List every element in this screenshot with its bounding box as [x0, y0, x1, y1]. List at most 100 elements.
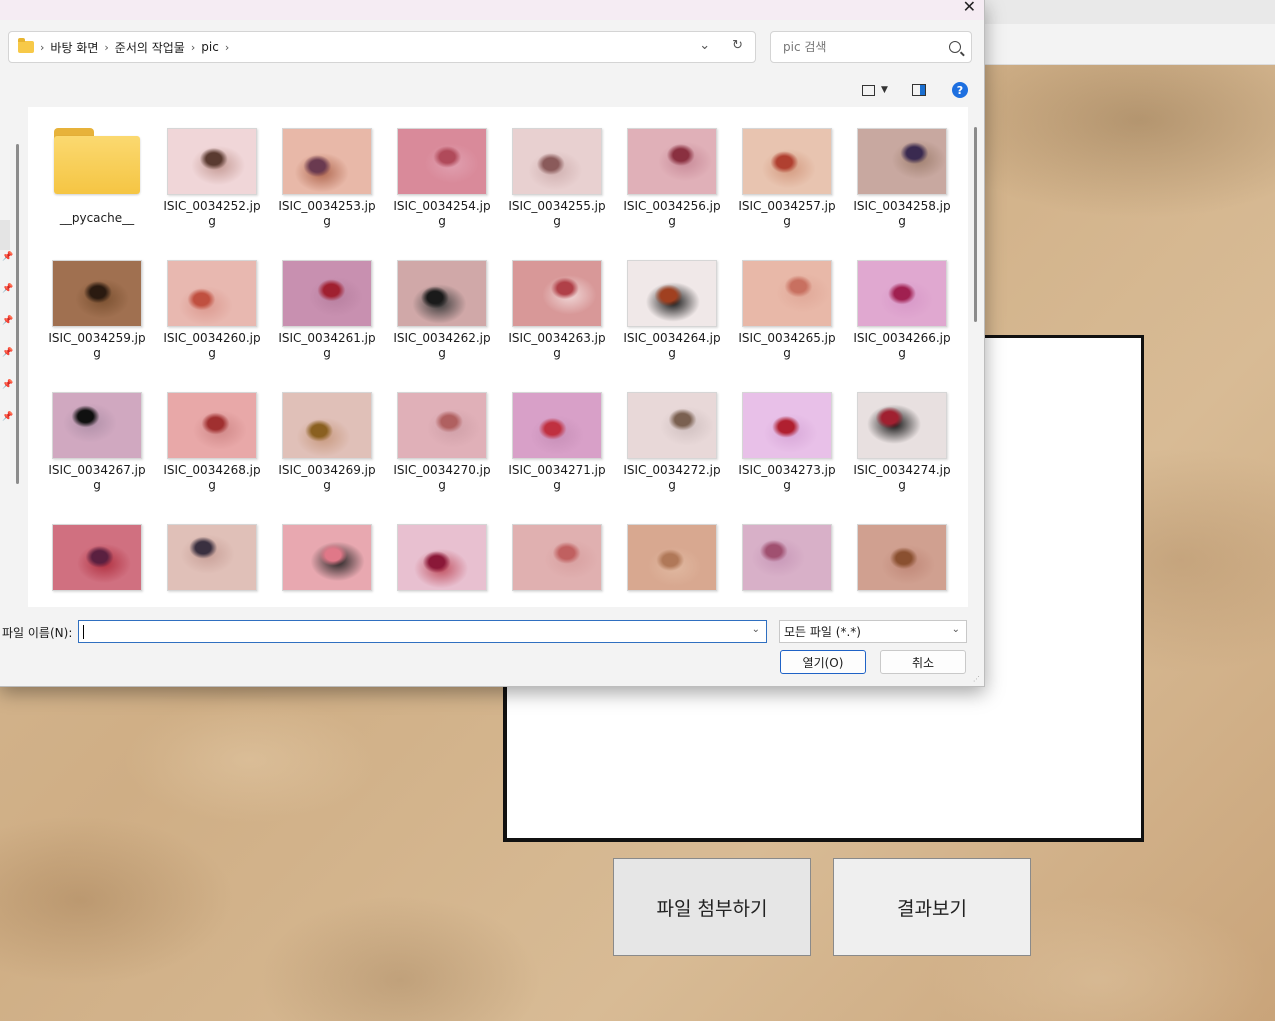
file-name-label: ISIC_0034264.jpg [623, 331, 721, 360]
file-name-label: ISIC_0034254.jpg [393, 199, 491, 228]
filename-label: 파일 이름(N): [2, 626, 73, 640]
view-result-button[interactable]: 결과보기 [833, 858, 1031, 956]
help-icon[interactable]: ? [951, 82, 968, 98]
file-item[interactable] [504, 524, 610, 591]
file-name-label: ISIC_0034266.jpg [853, 331, 951, 360]
file-name-label: ISIC_0034255.jpg [508, 199, 606, 228]
file-item[interactable]: ISIC_0034261.jpg [274, 260, 380, 361]
content-scrollbar[interactable] [969, 107, 981, 607]
chevron-down-icon[interactable]: ⌄ [699, 38, 710, 53]
file-item[interactable]: ISIC_0034258.jpg [849, 128, 955, 229]
search-box[interactable] [770, 31, 972, 63]
image-thumbnail [397, 260, 487, 327]
breadcrumb-work[interactable]: 준서의 작업물 [115, 39, 185, 56]
file-name-label: ISIC_0034272.jpg [623, 463, 721, 492]
chevron-down-icon[interactable]: ▼ [881, 85, 888, 95]
image-thumbnail [397, 524, 487, 591]
image-thumbnail [512, 524, 602, 591]
file-item[interactable]: ISIC_0034262.jpg [389, 260, 495, 361]
image-thumbnail [282, 524, 372, 591]
file-name-label: ISIC_0034273.jpg [738, 463, 836, 492]
pin-icon: 📌 [2, 284, 14, 294]
view-mode-icon[interactable] [862, 84, 875, 96]
file-name-label: ISIC_0034267.jpg [48, 463, 146, 492]
file-item[interactable] [159, 524, 265, 591]
file-grid: __pycache__ ISIC_0034252.jpg ISIC_0034253.… [28, 107, 968, 607]
file-item[interactable]: ISIC_0034265.jpg [734, 260, 840, 361]
address-bar[interactable]: › 바탕 화면 › 준서의 작업물 › pic › ⌄ ↻ [8, 31, 756, 63]
close-icon[interactable]: ✕ [963, 0, 976, 16]
pin-icon: 📌 [2, 252, 14, 262]
scrollbar-thumb[interactable] [974, 127, 977, 322]
file-name-label: ISIC_0034268.jpg [163, 463, 261, 492]
file-name-label: ISIC_0034252.jpg [163, 199, 261, 228]
file-item[interactable]: ISIC_0034270.jpg [389, 392, 495, 493]
file-item[interactable]: ISIC_0034260.jpg [159, 260, 265, 361]
filename-field[interactable]: ⌄ [78, 620, 767, 643]
file-item[interactable]: ISIC_0034264.jpg [619, 260, 725, 361]
image-thumbnail [167, 524, 257, 591]
file-item[interactable]: ISIC_0034257.jpg [734, 128, 840, 229]
file-item[interactable]: ISIC_0034266.jpg [849, 260, 955, 361]
file-name-label: ISIC_0034253.jpg [278, 199, 376, 228]
file-item[interactable]: ISIC_0034267.jpg [44, 392, 150, 493]
pin-icon: 📌 [2, 316, 14, 326]
nav-selected-item[interactable] [0, 220, 10, 250]
file-item[interactable]: ISIC_0034255.jpg [504, 128, 610, 229]
file-item[interactable] [389, 524, 495, 591]
file-item[interactable]: ISIC_0034263.jpg [504, 260, 610, 361]
search-icon[interactable] [949, 41, 961, 53]
file-item[interactable]: ISIC_0034273.jpg [734, 392, 840, 493]
dialog-titlebar: ✕ [0, 0, 984, 20]
file-item[interactable]: ISIC_0034271.jpg [504, 392, 610, 493]
file-item[interactable]: ISIC_0034272.jpg [619, 392, 725, 493]
image-thumbnail [627, 392, 717, 459]
filename-input[interactable] [84, 623, 738, 640]
chevron-down-icon[interactable]: ⌄ [752, 624, 760, 635]
file-item[interactable]: ISIC_0034256.jpg [619, 128, 725, 229]
image-thumbnail [282, 260, 372, 327]
image-thumbnail [627, 524, 717, 591]
file-name-label: ISIC_0034274.jpg [853, 463, 951, 492]
file-item[interactable]: ISIC_0034254.jpg [389, 128, 495, 229]
image-thumbnail [742, 260, 832, 327]
file-item[interactable] [44, 524, 150, 591]
open-button[interactable]: 열기(O) [780, 650, 866, 674]
file-item[interactable]: ISIC_0034274.jpg [849, 392, 955, 493]
search-input[interactable] [781, 39, 935, 55]
folder-item[interactable]: __pycache__ [44, 128, 150, 226]
file-name-label: ISIC_0034258.jpg [853, 199, 951, 228]
file-name-label: ISIC_0034269.jpg [278, 463, 376, 492]
nav-scrollbar[interactable] [16, 112, 22, 492]
preview-pane-icon[interactable] [911, 84, 926, 96]
filetype-select[interactable]: 모든 파일 (*.*) ⌄ [779, 620, 967, 643]
file-item[interactable] [619, 524, 725, 591]
cancel-button[interactable]: 취소 [880, 650, 966, 674]
file-item[interactable]: ISIC_0034268.jpg [159, 392, 265, 493]
image-thumbnail [627, 260, 717, 327]
file-item[interactable] [849, 524, 955, 591]
chevron-down-icon[interactable]: ⌄ [952, 624, 960, 635]
image-thumbnail [512, 128, 602, 195]
file-item[interactable]: ISIC_0034259.jpg [44, 260, 150, 361]
image-thumbnail [167, 128, 257, 195]
file-item[interactable] [274, 524, 380, 591]
image-thumbnail [167, 392, 257, 459]
file-item[interactable] [734, 524, 840, 591]
image-thumbnail [857, 392, 947, 459]
refresh-icon[interactable]: ↻ [732, 38, 743, 53]
file-item[interactable]: ISIC_0034252.jpg [159, 128, 265, 229]
file-open-dialog: ✕ › 바탕 화면 › 준서의 작업물 › pic › ⌄ ↻ ▼ ? 📌 📌 … [0, 0, 985, 687]
file-item[interactable]: ISIC_0034269.jpg [274, 392, 380, 493]
file-name-label: ISIC_0034270.jpg [393, 463, 491, 492]
image-thumbnail [52, 524, 142, 591]
image-thumbnail [397, 392, 487, 459]
breadcrumb-desktop[interactable]: 바탕 화면 [50, 39, 98, 56]
resize-grip-icon[interactable]: ⋰ [973, 675, 981, 683]
breadcrumb-pic[interactable]: pic [201, 40, 219, 54]
file-item[interactable]: ISIC_0034253.jpg [274, 128, 380, 229]
attach-file-button[interactable]: 파일 첨부하기 [613, 858, 811, 956]
image-thumbnail [397, 128, 487, 195]
chevron-right-icon: › [40, 40, 45, 54]
file-name-label: ISIC_0034263.jpg [508, 331, 606, 360]
